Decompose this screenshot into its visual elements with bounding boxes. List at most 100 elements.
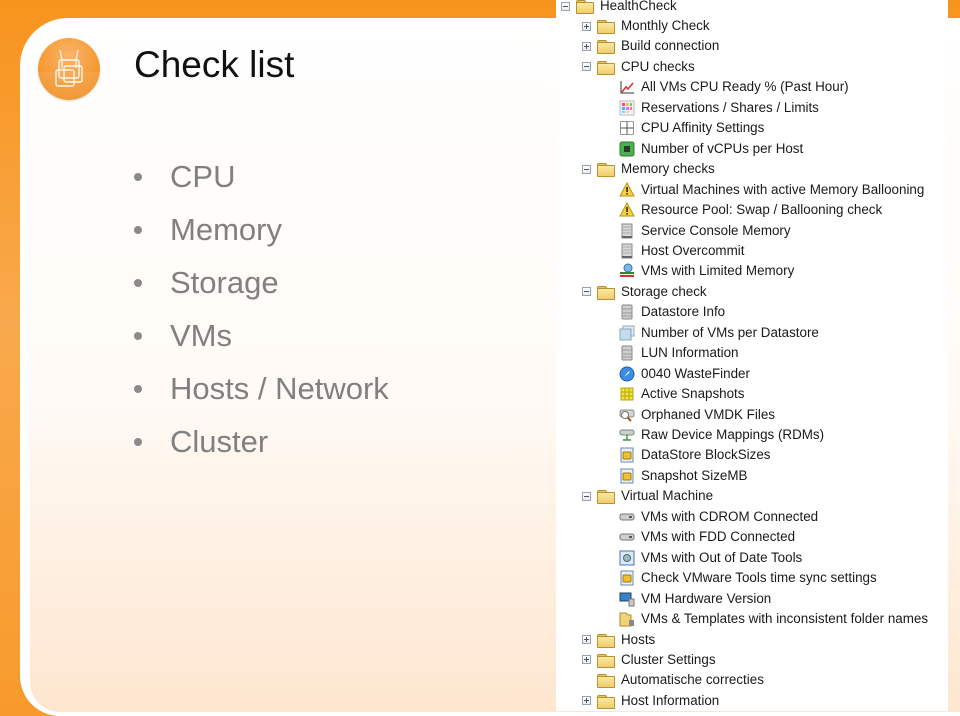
bullet-label: Hosts / Network xyxy=(170,370,389,406)
drive-icon xyxy=(619,529,635,545)
tree-node-label: Monthly Check xyxy=(621,18,710,33)
tree-node-label: Reservations / Shares / Limits xyxy=(641,99,819,115)
bullet-item: Memory xyxy=(132,203,389,256)
line-chart-icon xyxy=(619,79,635,95)
warning-icon xyxy=(619,181,635,198)
folder-vm-icon xyxy=(619,611,635,627)
tree-node-label: DataStore BlockSizes xyxy=(641,447,771,463)
bullet-dot-icon xyxy=(134,172,142,181)
script-icon xyxy=(619,570,635,586)
bullet-label: VMs xyxy=(170,317,232,353)
tree-node-folder[interactable]: Build connection xyxy=(582,36,719,56)
memory-limit-icon xyxy=(619,263,635,279)
collapse-toggle-icon[interactable] xyxy=(582,287,591,297)
tree-node-item[interactable]: DataStore BlockSizes xyxy=(619,445,771,465)
tree-node-label: Storage check xyxy=(621,283,707,299)
slide-title: Check list xyxy=(134,44,295,85)
tree-node-item[interactable]: VMs with Limited Memory xyxy=(619,261,794,281)
server-icon xyxy=(619,243,635,259)
tree-node-label: Number of vCPUs per Host xyxy=(641,140,804,156)
expand-toggle-icon[interactable] xyxy=(582,655,591,665)
bullet-dot-icon xyxy=(134,225,142,234)
bullet-item: VMs xyxy=(132,309,389,362)
folder-icon xyxy=(597,285,615,300)
tree-node-item[interactable]: CPU Affinity Settings xyxy=(619,118,764,138)
tree-node-item[interactable]: Orphaned VMDK Files xyxy=(619,405,775,425)
tree-node-label: Service Console Memory xyxy=(641,222,791,238)
tree-node-label: Virtual Machines with active Memory Ball… xyxy=(641,181,925,197)
tree-node-item[interactable]: VMs with Out of Date Tools xyxy=(619,548,802,568)
snapshot-icon xyxy=(619,386,635,402)
tree-node-item[interactable]: VM Hardware Version xyxy=(619,589,771,609)
tree-node-label: Datastore Info xyxy=(641,304,726,320)
tree-node-folder[interactable]: Automatische correcties xyxy=(582,670,764,690)
tree-node-folder[interactable]: Storage check xyxy=(582,282,707,302)
tree-node-label: Check VMware Tools time sync settings xyxy=(641,570,877,586)
collapse-toggle-icon[interactable] xyxy=(582,164,591,174)
tree-node-label: CPU checks xyxy=(621,58,695,74)
tree-node-label: 0040 WasteFinder xyxy=(641,365,750,381)
tree-node-item[interactable]: LUN Information xyxy=(619,343,739,363)
tree-node-item[interactable]: VMs with CDROM Connected xyxy=(619,507,818,527)
tree-node-label: Resource Pool: Swap / Ballooning check xyxy=(641,202,883,218)
tree-node-label: VMs with CDROM Connected xyxy=(641,508,819,524)
tree-node-folder[interactable]: Hosts xyxy=(582,630,655,650)
collapse-toggle-icon[interactable] xyxy=(582,491,591,501)
bullet-label: Storage xyxy=(170,264,279,300)
table-grid-icon xyxy=(619,120,635,136)
tree-node-item[interactable]: Resource Pool: Swap / Ballooning check xyxy=(619,200,882,220)
expand-toggle-icon[interactable] xyxy=(582,21,591,31)
tree-node-item[interactable]: Snapshot SizeMB xyxy=(619,466,747,486)
tree-node-item[interactable]: VMs & Templates with inconsistent folder… xyxy=(619,609,928,629)
tree-node-folder[interactable]: Host Information xyxy=(582,691,719,711)
folder-icon xyxy=(597,653,615,668)
tree-node-item[interactable]: Check VMware Tools time sync settings xyxy=(619,568,877,588)
tree-node-item[interactable]: Host Overcommit xyxy=(619,241,744,261)
tree-node-label: Cluster Settings xyxy=(621,651,716,667)
tree-node-item[interactable]: Number of vCPUs per Host xyxy=(619,139,803,159)
expand-toggle-icon[interactable] xyxy=(582,696,591,706)
magnifier-icon xyxy=(619,407,635,423)
tree-node-folder[interactable]: Cluster Settings xyxy=(582,650,716,670)
tree-node-item[interactable]: Virtual Machines with active Memory Ball… xyxy=(619,180,924,200)
tree-node-item[interactable]: Datastore Info xyxy=(619,302,725,322)
tree-node-label: Number of VMs per Datastore xyxy=(641,324,819,340)
computer-icon xyxy=(619,591,635,607)
tree-node-folder[interactable]: CPU checks xyxy=(582,57,695,77)
bullet-dot-icon xyxy=(134,384,142,393)
script-icon xyxy=(619,447,635,463)
expand-toggle-icon[interactable] xyxy=(582,41,591,51)
bullet-item: Hosts / Network xyxy=(132,362,389,415)
collapse-toggle-icon[interactable] xyxy=(561,1,570,11)
tree-node-root[interactable]: HealthCheck xyxy=(561,0,677,16)
tree-node-item[interactable]: Active Snapshots xyxy=(619,384,744,404)
tree-node-item[interactable]: 0040 WasteFinder xyxy=(619,364,750,384)
healthcheck-tree: HealthCheck Monthly Check Build connectio… xyxy=(556,0,948,711)
tree-node-label: LUN Information xyxy=(641,345,739,361)
tree-node-label: Automatische correcties xyxy=(621,672,764,688)
tree-node-item[interactable]: Number of VMs per Datastore xyxy=(619,323,819,343)
tree-node-label: HealthCheck xyxy=(600,0,677,13)
script-icon xyxy=(619,468,635,484)
tree-node-item[interactable]: VMs with FDD Connected xyxy=(619,527,795,547)
tree-node-folder[interactable]: Memory checks xyxy=(582,159,715,179)
bullet-item: Cluster xyxy=(132,415,389,468)
tree-node-label: All VMs CPU Ready % (Past Hour) xyxy=(641,79,849,95)
warning-icon xyxy=(619,201,635,218)
tree-node-item[interactable]: Reservations / Shares / Limits xyxy=(619,98,819,118)
collapse-toggle-icon[interactable] xyxy=(582,62,591,72)
tree-node-item[interactable]: All VMs CPU Ready % (Past Hour) xyxy=(619,77,849,97)
tree-node-label: CPU Affinity Settings xyxy=(641,120,765,136)
expand-toggle-icon[interactable] xyxy=(582,635,591,644)
tree-node-folder[interactable]: Monthly Check xyxy=(582,16,710,36)
tree-node-label: Raw Device Mappings (RDMs) xyxy=(641,427,825,442)
checklist-bullets: CPU Memory Storage VMs Hosts / Network C… xyxy=(132,150,389,468)
folder-icon xyxy=(597,633,615,648)
database-icon xyxy=(619,304,635,320)
folder-icon xyxy=(597,60,615,75)
tree-node-folder[interactable]: Virtual Machine xyxy=(582,486,713,506)
tree-node-item[interactable]: Raw Device Mappings (RDMs) xyxy=(619,425,824,445)
tree-node-item[interactable]: Service Console Memory xyxy=(619,221,791,241)
database-icon xyxy=(619,345,635,361)
